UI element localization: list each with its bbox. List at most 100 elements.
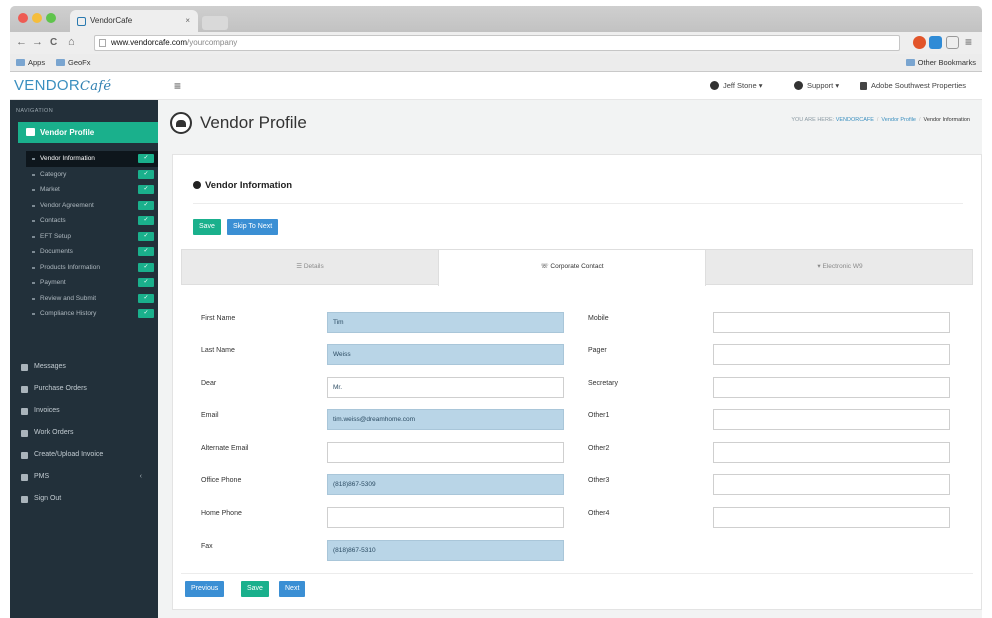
extension-mail-icon[interactable]: [929, 36, 942, 49]
url-host: www.vendorcafe.com: [111, 38, 188, 47]
bookmark-other[interactable]: Other Bookmarks: [905, 58, 976, 67]
check-icon: ✓: [138, 185, 154, 194]
save-bottom-button[interactable]: Save: [241, 581, 269, 597]
bookmark-folder[interactable]: GeoFx: [56, 58, 91, 67]
window-close-button[interactable]: [18, 13, 28, 23]
property-selector[interactable]: Adobe Southwest Properties: [860, 81, 966, 90]
sidebar-subitem-category[interactable]: Category ✓: [26, 167, 158, 183]
info-icon: [193, 181, 201, 189]
browser-window: VendorCafe × ← → C ⌂ www.vendorcafe.com/…: [10, 6, 982, 72]
last-name-field[interactable]: [327, 344, 564, 365]
first-name-label: First Name: [201, 315, 236, 322]
support-icon: [794, 81, 803, 90]
url-path: /yourcompany: [187, 38, 238, 47]
sidebar-subitem-contacts[interactable]: Contacts ✓: [26, 213, 158, 229]
tab-close-icon[interactable]: ×: [185, 10, 190, 32]
check-icon: ✓: [138, 154, 154, 163]
sidebar-item-work-orders[interactable]: Work Orders: [18, 422, 158, 444]
other3-field[interactable]: [713, 474, 950, 495]
upload-icon: [21, 452, 28, 459]
sidebar-subitem-compliance-history[interactable]: Compliance History ✓: [26, 306, 158, 322]
support-menu[interactable]: Support ▾: [794, 81, 839, 90]
wrench-icon: [21, 430, 28, 437]
fax-field[interactable]: [327, 540, 564, 561]
back-icon[interactable]: ←: [16, 36, 27, 49]
menu-toggle-icon[interactable]: ≡: [174, 79, 181, 93]
check-icon: ✓: [138, 200, 154, 210]
other2-field[interactable]: [713, 442, 950, 463]
check-icon: ✓: [138, 293, 154, 303]
new-tab-button[interactable]: [202, 16, 228, 30]
first-name-field[interactable]: [327, 312, 564, 333]
tab-electronic-w9[interactable]: ▾ Electronic W9: [706, 250, 974, 284]
pager-field[interactable]: [713, 344, 950, 365]
sidebar-item-sign-out[interactable]: Sign Out: [18, 488, 158, 510]
home-phone-field[interactable]: [327, 507, 564, 528]
check-icon: ✓: [138, 231, 154, 241]
breadcrumb-parent[interactable]: Vendor Profile: [881, 117, 916, 123]
home-icon[interactable]: ⌂: [68, 36, 75, 49]
check-icon: ✓: [138, 262, 154, 272]
email-field[interactable]: [327, 409, 564, 430]
fax-label: Fax: [201, 543, 213, 550]
other1-field[interactable]: [713, 409, 950, 430]
last-name-label: Last Name: [201, 347, 235, 354]
sidebar-subitem-products-information[interactable]: Products Information ✓: [26, 260, 158, 276]
sidebar-subitem-vendor-information[interactable]: Vendor Information ✓: [26, 151, 158, 167]
invoice-icon: [21, 408, 28, 415]
building-icon: [860, 82, 867, 90]
extension-record-icon[interactable]: [913, 36, 926, 49]
secretary-field[interactable]: [713, 377, 950, 398]
skip-to-next-button[interactable]: Skip To Next: [227, 219, 279, 235]
browser-tab[interactable]: VendorCafe ×: [70, 10, 198, 32]
forward-icon[interactable]: →: [32, 36, 43, 49]
sign-out-icon: [21, 496, 28, 503]
save-button[interactable]: Save: [193, 219, 221, 235]
sidebar-item-messages[interactable]: Messages: [18, 356, 158, 378]
sidebar-item-invoices[interactable]: Invoices: [18, 400, 158, 422]
sidebar-item-create-upload-invoice[interactable]: Create/Upload Invoice: [18, 444, 158, 466]
browser-toolbar: ← → C ⌂ www.vendorcafe.com/yourcompany ≡: [10, 32, 982, 54]
sidebar-subitem-vendor-agreement[interactable]: Vendor Agreement ✓: [26, 198, 158, 214]
reload-icon[interactable]: C: [50, 36, 57, 49]
browser-menu-icon[interactable]: ≡: [965, 35, 972, 49]
address-bar[interactable]: www.vendorcafe.com/yourcompany: [94, 35, 900, 51]
folder-icon: [905, 59, 915, 66]
sidebar-subitem-market[interactable]: Market ✓: [26, 182, 158, 198]
vendor-profile-icon: [170, 112, 192, 134]
profile-tabs: ☰ Details ☏ Corporate Contact ▾ Electron…: [181, 249, 974, 286]
window-maximize-button[interactable]: [46, 13, 56, 23]
window-minimize-button[interactable]: [32, 13, 42, 23]
vendorcafe-logo[interactable]: VENDORCafé: [14, 77, 111, 94]
sidebar-subitem-review-and-submit[interactable]: Review and Submit ✓: [26, 291, 158, 307]
bookmark-apps[interactable]: Apps: [16, 58, 45, 67]
breadcrumb-current: Vendor Information: [923, 117, 970, 123]
sidebar-item-pms[interactable]: PMS ‹: [18, 466, 158, 488]
tab-corporate-contact[interactable]: ☏ Corporate Contact: [438, 250, 706, 286]
tab-details[interactable]: ☰ Details: [182, 250, 438, 284]
mobile-field[interactable]: [713, 312, 950, 333]
alternate-email-field[interactable]: [327, 442, 564, 463]
user-menu[interactable]: Jeff Stone ▾: [710, 81, 763, 90]
sidebar-subitem-payment[interactable]: Payment ✓: [26, 275, 158, 291]
favicon-icon: [77, 17, 86, 26]
office-phone-label: Office Phone: [201, 477, 242, 484]
previous-button[interactable]: Previous: [185, 581, 225, 597]
folder-icon: [56, 59, 65, 66]
dear-field[interactable]: [327, 377, 564, 398]
breadcrumb: YOU ARE HERE: VENDORCAFE / Vendor Profile /…: [791, 117, 970, 123]
vendor-profile-submenu: Vendor Information ✓ Category ✓ Market ✓ Ve…: [26, 151, 158, 322]
divider: [181, 573, 973, 574]
sidebar-subitem-eft-setup[interactable]: EFT Setup ✓: [26, 229, 158, 245]
breadcrumb-root[interactable]: VENDORCAFE: [836, 117, 874, 123]
sidebar-item-vendor-profile[interactable]: Vendor Profile: [18, 122, 158, 143]
section-title: Vendor Information: [193, 180, 292, 191]
browser-tab-title: VendorCafe: [90, 16, 133, 25]
next-button[interactable]: Next: [279, 581, 306, 597]
extension-window-icon[interactable]: [946, 36, 959, 49]
other4-field[interactable]: [713, 507, 950, 528]
office-phone-field[interactable]: [327, 474, 564, 495]
sidebar-item-purchase-orders[interactable]: Purchase Orders: [18, 378, 158, 400]
dear-label: Dear: [201, 380, 217, 387]
sidebar-subitem-documents[interactable]: Documents ✓: [26, 244, 158, 260]
